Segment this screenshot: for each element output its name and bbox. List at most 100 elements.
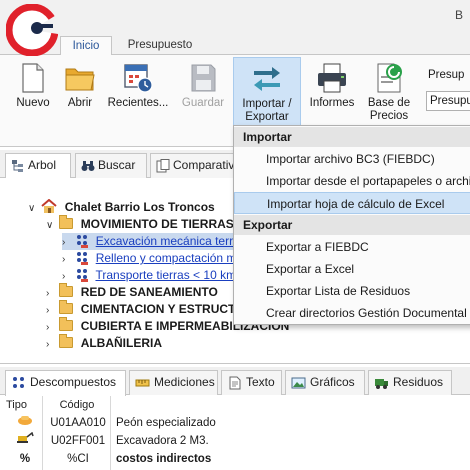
- printer-icon: [318, 63, 346, 93]
- column-header-tipo[interactable]: Tipo: [6, 399, 42, 414]
- menu-item-crear-directorios[interactable]: Crear directorios Gestión Documental: [234, 302, 470, 324]
- menu-item-exportar-excel[interactable]: Exportar a Excel: [234, 258, 470, 280]
- tab-comparativo[interactable]: Comparativ: [150, 153, 240, 178]
- menu-item-exportar-residuos[interactable]: Exportar Lista de Residuos: [234, 280, 470, 302]
- recientes-label: Recientes...: [107, 97, 169, 109]
- abrir-button[interactable]: Abrir: [58, 57, 102, 143]
- tree-item-label: ALBAÑILERIA: [80, 336, 163, 350]
- title-bar: B: [0, 0, 470, 35]
- window-title: B: [455, 8, 464, 22]
- tree-item-row[interactable]: › Transporte tierras < 10 km ca: [62, 267, 252, 284]
- folder-icon: [59, 334, 74, 348]
- base-label: Base de Precios: [363, 97, 415, 123]
- tab-residuos[interactable]: Residuos: [368, 370, 452, 395]
- tab-buscar[interactable]: Buscar: [75, 153, 147, 178]
- tab-texto[interactable]: Texto: [221, 370, 282, 395]
- collapse-chevron-icon[interactable]: ∨: [28, 200, 38, 217]
- menu-item-importar-excel[interactable]: Importar hoja de cálculo de Excel: [234, 192, 470, 214]
- expand-chevron-icon[interactable]: ›: [46, 285, 56, 302]
- base-label-line2: Precios: [369, 110, 409, 122]
- menu-item-importar-bc3[interactable]: Importar archivo BC3 (FIEBDC): [234, 148, 470, 170]
- tree-item-label: RED DE SANEAMIENTO: [80, 285, 218, 299]
- collapse-chevron-icon[interactable]: ∨: [46, 217, 56, 234]
- guardar-button[interactable]: Guardar: [178, 57, 228, 143]
- tree-chapter-row[interactable]: ∨ MOVIMIENTO DE TIERRAS: [46, 215, 234, 234]
- cell-codigo: %CI: [67, 453, 89, 465]
- ruler-icon: [135, 379, 150, 387]
- tab-buscar-label: Buscar: [98, 158, 136, 172]
- folder-icon: [59, 317, 74, 331]
- menu-item-importar-portapapeles[interactable]: Importar desde el portapapeles o archivo: [234, 170, 470, 192]
- column-header-codigo[interactable]: Código: [46, 399, 108, 414]
- table-row[interactable]: U01AA010 Peón especializado: [0, 414, 470, 432]
- importar-label-line2: Exportar: [245, 111, 289, 123]
- picture-icon: [291, 377, 306, 389]
- tab-comparativo-label: Comparativ: [173, 158, 235, 172]
- tab-descompuestos[interactable]: Descompuestos: [5, 370, 126, 396]
- ribbon-tab-strip: Inicio Presupuesto: [0, 35, 470, 56]
- tab-arbol[interactable]: Arbol: [5, 153, 71, 179]
- tab-presupuesto[interactable]: Presupuesto: [120, 36, 200, 56]
- tab-graficos[interactable]: Gráficos: [285, 370, 365, 395]
- text-document-icon: [229, 376, 241, 390]
- import-export-arrows-icon: [254, 67, 280, 91]
- excavator-icon: [10, 431, 40, 450]
- table-row[interactable]: U02FF001 Excavadora 2 M3.: [0, 431, 470, 450]
- folder-icon: [59, 283, 74, 297]
- table-row[interactable]: % %CI costos indirectos: [0, 450, 470, 468]
- expand-chevron-icon[interactable]: ›: [62, 251, 72, 268]
- tab-graficos-label: Gráficos: [310, 375, 355, 389]
- menu-item-exportar-fiebdc[interactable]: Exportar a FIEBDC: [234, 236, 470, 258]
- tree-item-label: MOVIMIENTO DE TIERRAS: [80, 217, 234, 231]
- decomposition-grid: Tipo Código U01AA010 Peón especializado …: [0, 396, 470, 470]
- importar-label: Importar / Exportar: [234, 98, 300, 124]
- import-export-menu: Importar Importar archivo BC3 (FIEBDC) I…: [233, 125, 470, 325]
- menu-header-exportar: Exportar: [234, 215, 470, 235]
- tree-item-link[interactable]: Transporte tierras < 10 km ca: [95, 268, 252, 282]
- app-logo-icon[interactable]: [6, 4, 58, 56]
- tree-chapter-row[interactable]: › CIMENTACION Y ESTRUCTURA: [46, 300, 261, 319]
- tab-inicio[interactable]: Inicio: [60, 36, 112, 56]
- menu-header-importar: Importar: [234, 127, 470, 147]
- folder-icon: [59, 215, 74, 229]
- tab-arbol-label: Arbol: [28, 158, 57, 172]
- cell-descripcion: Peón especializado: [116, 417, 216, 429]
- recientes-button[interactable]: Recientes...: [104, 57, 172, 143]
- cell-codigo: U02FF001: [50, 435, 106, 447]
- expand-chevron-icon[interactable]: ›: [46, 319, 56, 336]
- nuevo-button[interactable]: Nuevo: [10, 57, 56, 143]
- open-folder-icon: [65, 68, 95, 91]
- tree-root-label: Chalet Barrio Los Troncos: [64, 200, 215, 214]
- tab-residuos-label: Residuos: [393, 375, 444, 389]
- expand-chevron-icon[interactable]: ›: [46, 336, 56, 353]
- compare-document-icon: [156, 159, 170, 173]
- house-icon: [41, 199, 57, 213]
- unit-price-icon: [77, 269, 89, 282]
- guardar-label: Guardar: [181, 97, 225, 109]
- tab-texto-label: Texto: [246, 375, 275, 389]
- tree-root-row[interactable]: ∨ Chalet Barrio Los Troncos: [28, 199, 215, 216]
- expand-chevron-icon[interactable]: ›: [62, 234, 72, 251]
- abrir-label: Abrir: [67, 97, 93, 109]
- folder-icon: [59, 300, 74, 314]
- tree-item-link[interactable]: Excavación mecánica terreno: [96, 234, 253, 248]
- detail-panel-tabs: Descompuestos Mediciones Texto Gráficos: [0, 367, 470, 396]
- presupuesto-label: Presup: [428, 69, 465, 81]
- expand-chevron-icon[interactable]: ›: [46, 302, 56, 319]
- binoculars-icon: [81, 161, 95, 171]
- tab-mediciones-label: Mediciones: [154, 375, 215, 389]
- tree-chapter-row[interactable]: › RED DE SANEAMIENTO: [46, 283, 218, 302]
- importar-label-line1: Importar /: [242, 98, 292, 110]
- app-window: B Inicio Presupuesto Nuevo Abrir Recient…: [0, 0, 470, 470]
- new-document-icon: [22, 63, 44, 93]
- presupuesto-field[interactable]: Presupu: [426, 91, 470, 111]
- unit-price-icon: [77, 235, 89, 248]
- tab-mediciones[interactable]: Mediciones: [129, 370, 218, 395]
- unit-price-icon: [77, 252, 89, 265]
- tree-chapter-row[interactable]: › ALBAÑILERIA: [46, 334, 163, 353]
- tree-icon: [12, 160, 23, 172]
- price-database-icon: [377, 63, 402, 93]
- tab-descompuestos-label: Descompuestos: [30, 375, 117, 389]
- recent-files-icon: [124, 64, 153, 93]
- tree-item-row-selected[interactable]: › Excavación mecánica terreno: [62, 233, 253, 251]
